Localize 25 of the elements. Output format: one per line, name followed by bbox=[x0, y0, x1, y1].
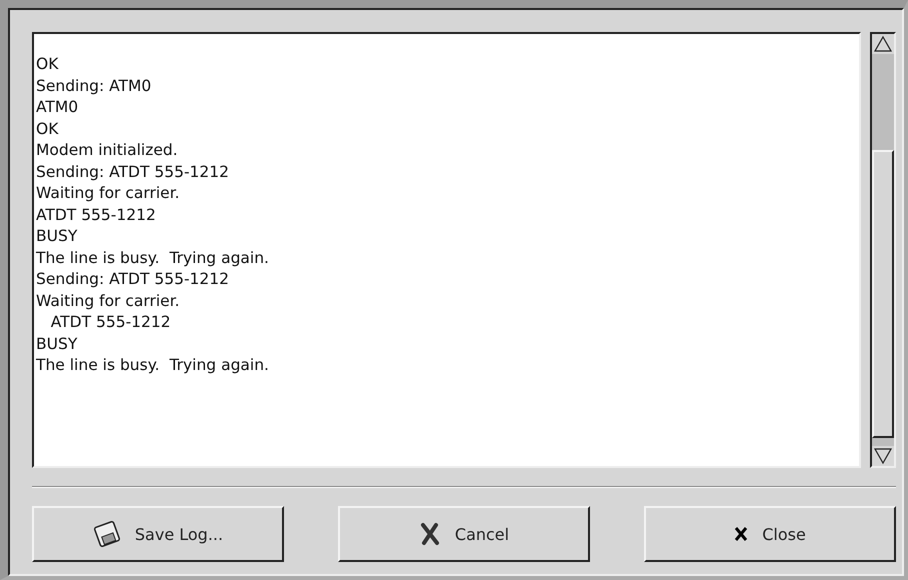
save-button[interactable]: Save Log... bbox=[32, 506, 284, 562]
log-line: Modem initialized. bbox=[36, 140, 179, 161]
close-icon bbox=[734, 526, 748, 542]
log-line: ATM0 bbox=[36, 97, 80, 118]
log-line: The line is busy. Trying again. bbox=[36, 355, 270, 376]
log-line: Waiting for carrier. bbox=[36, 183, 181, 204]
log-line: Sending: ATM0 bbox=[36, 76, 152, 96]
log-line: The line is busy. Trying again. bbox=[36, 248, 270, 268]
scroll-down-arrow-icon[interactable] bbox=[872, 446, 894, 466]
log-line: Sending: ATDT 555-1212 bbox=[36, 162, 230, 182]
cancel-button[interactable]: Cancel bbox=[338, 506, 590, 562]
log-line: ATDT 555-1212 bbox=[36, 204, 157, 226]
log-line: BUSY bbox=[36, 226, 78, 247]
log-line: OK bbox=[36, 54, 60, 75]
close-button[interactable]: Close bbox=[644, 506, 896, 562]
scroll-up-arrow-icon[interactable] bbox=[872, 34, 894, 54]
cross-icon bbox=[418, 522, 441, 546]
log-line: Sending: ATDT 555-1212 bbox=[36, 269, 230, 290]
log-line: OK bbox=[36, 118, 60, 140]
scrollbar[interactable] bbox=[870, 32, 896, 468]
log-line: ATDT 555-1212 bbox=[50, 312, 172, 333]
scrollbar-thumb[interactable] bbox=[872, 150, 894, 438]
log-text-area[interactable] bbox=[32, 32, 861, 468]
log-line: Waiting for carrier. bbox=[36, 290, 181, 312]
log-line: BUSY bbox=[36, 334, 78, 354]
